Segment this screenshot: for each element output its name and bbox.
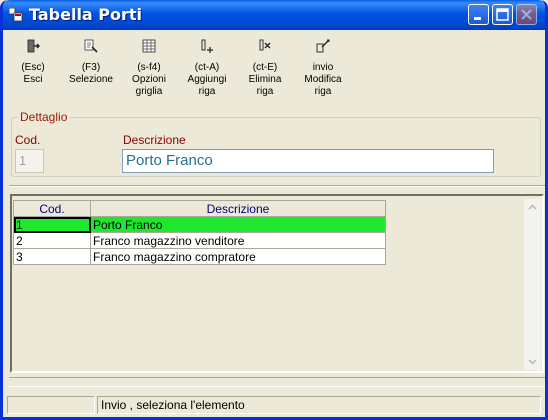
description-field[interactable]: Porto Franco [122,149,494,173]
vertical-scrollbar[interactable] [524,199,541,370]
grid-options-label: (s-f4) Opzioni griglia [132,62,166,97]
status-bar: Invio , seleziona l'elemento [3,396,545,414]
delete-row-icon [259,39,271,51]
detail-legend: Dettaglio [17,110,71,124]
edit-row-button[interactable]: invio Modifica riga [297,36,349,108]
edit-row-icon [316,39,330,53]
scroll-up-button[interactable] [524,199,541,216]
select-icon [84,39,98,53]
cod-field[interactable]: 1 [15,149,44,173]
ports-grid[interactable]: Cod. Descrizione 1 Porto Franco 2 Franco… [10,194,544,373]
maximize-button[interactable] [492,4,513,25]
bottom-strip [9,377,545,387]
window-title: Tabella Porti [29,5,143,24]
delete-row-label: (ct-E) Elimina riga [248,62,282,97]
cell-cod[interactable]: 3 [13,248,91,265]
minimize-button[interactable] [468,4,489,25]
add-row-icon [201,39,213,53]
app-icon [9,8,23,22]
close-button[interactable] [516,4,537,25]
select-button[interactable]: (F3) Selezione [65,36,117,108]
edit-row-label: invio Modifica riga [304,62,342,97]
add-row-label: (ct-A) Aggiungi riga [187,62,227,97]
cell-description[interactable]: Franco magazzino compratore [90,248,386,265]
scroll-down-button[interactable] [524,353,541,370]
table-row[interactable]: 2 Franco magazzino venditore [13,232,386,249]
separator [9,185,545,187]
ports-table: Cod. Descrizione 1 Porto Franco 2 Franco… [13,200,386,265]
table-row[interactable]: 1 Porto Franco [13,216,386,233]
select-label: (F3) Selezione [69,62,113,85]
table-row[interactable]: 3 Franco magazzino compratore [13,248,386,265]
status-message: Invio , seleziona l'elemento [97,396,541,414]
cell-cod[interactable]: 2 [13,232,91,249]
toolbar: (Esc) Esci (F3) Selezione (s-f4) Opzioni… [7,36,343,108]
cod-label: Cod. [15,133,41,147]
chevron-down-icon [528,359,537,365]
table-header: Cod. Descrizione [13,200,386,217]
delete-row-button[interactable]: (ct-E) Elimina riga [239,36,291,108]
cell-description[interactable]: Franco magazzino venditore [90,232,386,249]
exit-label: (Esc) Esci [21,62,45,85]
grid-options-icon [142,39,156,53]
column-header-description[interactable]: Descrizione [90,200,386,217]
minimize-icon [474,17,481,20]
maximize-icon [496,8,509,21]
chevron-up-icon [528,204,537,210]
description-label: Descrizione [123,133,186,147]
add-row-button[interactable]: (ct-A) Aggiungi riga [181,36,233,108]
title-bar[interactable]: Tabella Porti [3,0,545,30]
grid-options-button[interactable]: (s-f4) Opzioni griglia [123,36,175,108]
window: Tabella Porti (Esc) Esci (F3) Selezione [0,0,548,420]
close-icon [521,9,532,20]
exit-icon [27,39,40,53]
status-pane-left [7,396,95,414]
cell-cod[interactable]: 1 [13,216,91,233]
cell-description[interactable]: Porto Franco [90,216,386,233]
column-header-cod[interactable]: Cod. [13,200,91,217]
exit-button[interactable]: (Esc) Esci [7,36,59,108]
